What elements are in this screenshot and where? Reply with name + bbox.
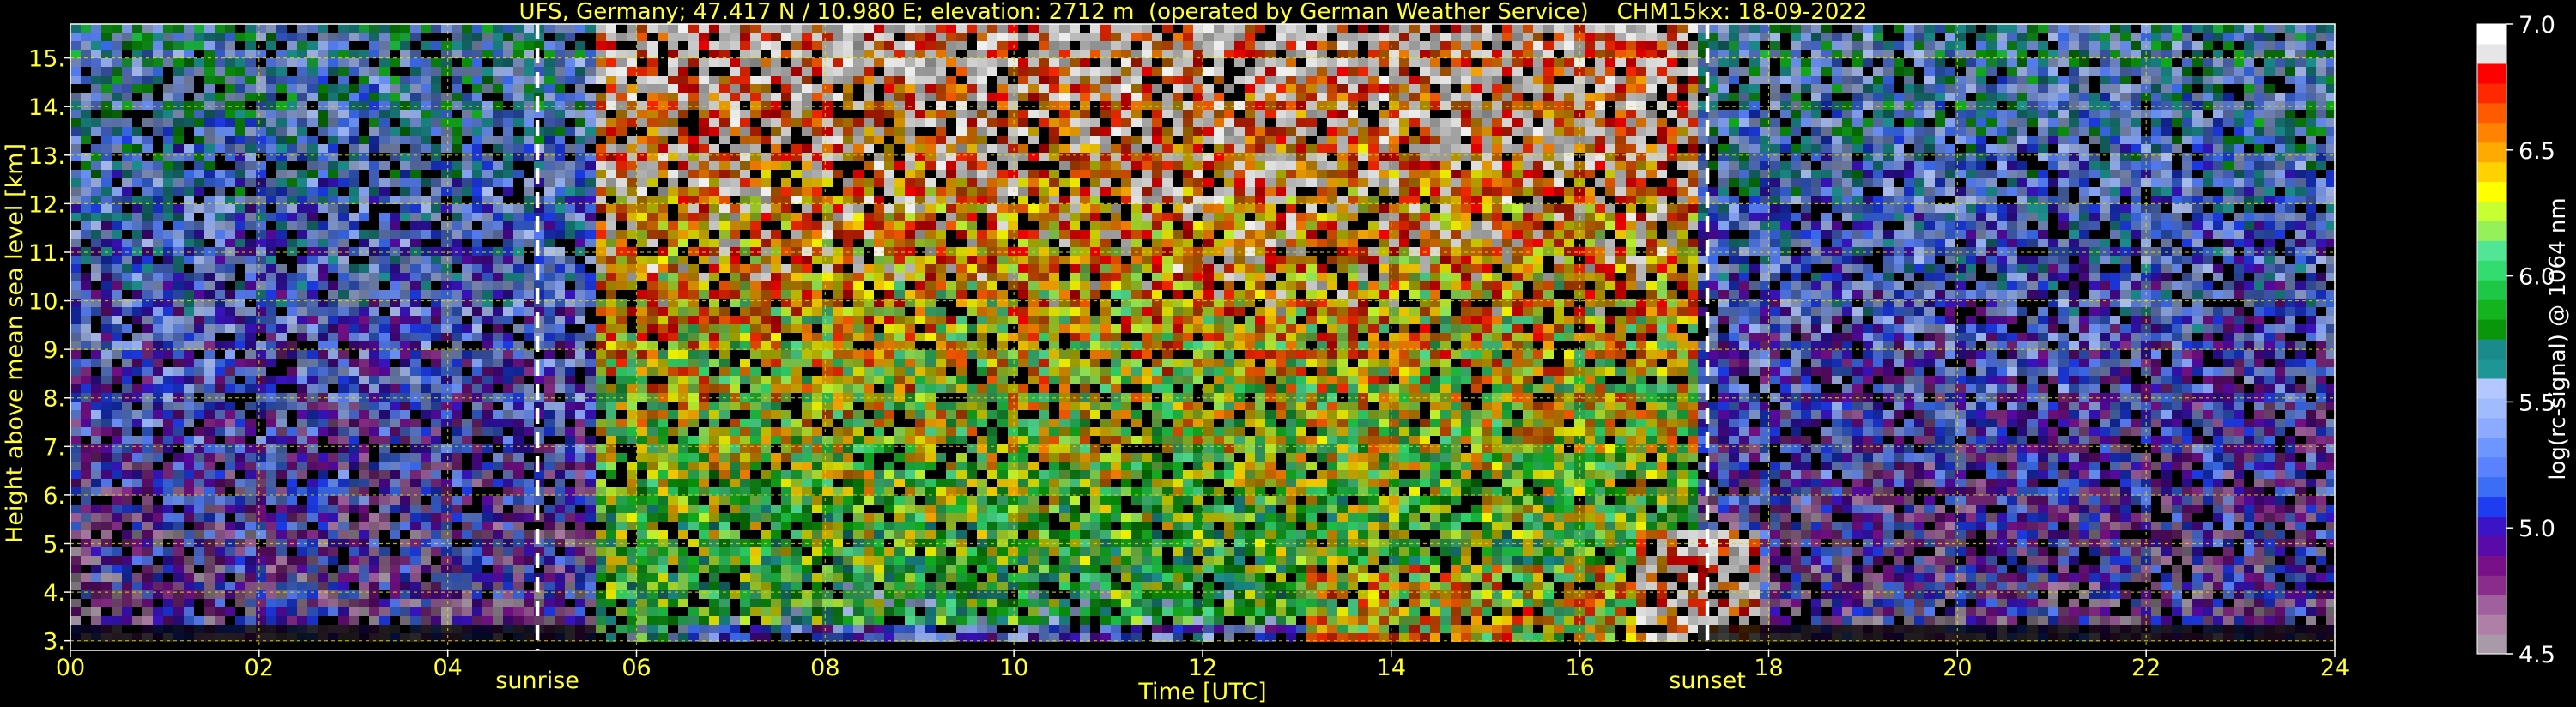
y-tick-label: 13.: [28, 143, 65, 170]
colorbar-segment: [2477, 456, 2506, 478]
colorbar-tick-label: 4.5: [2518, 642, 2555, 668]
y-tick-label: 11.: [28, 240, 65, 267]
x-tick-label: 12: [1188, 655, 1217, 681]
y-tick-label: 9.: [43, 337, 65, 364]
colorbar-tick-label: 6.5: [2518, 138, 2555, 165]
y-tick-label: 5.: [43, 532, 65, 559]
x-tick-label: 14: [1377, 655, 1406, 681]
colorbar-segment: [2477, 181, 2506, 202]
colorbar-segment: [2477, 280, 2506, 300]
colorbar-segment: [2477, 319, 2506, 340]
colorbar-segment: [2477, 299, 2506, 320]
colorbar-segment: [2477, 516, 2506, 536]
colorbar-segment: [2477, 555, 2506, 576]
x-tick-label: 24: [2320, 655, 2349, 681]
x-tick-label: 18: [1754, 655, 1783, 681]
colorbar-segment: [2477, 595, 2506, 615]
x-tick-label: 08: [810, 655, 839, 681]
marker-label-sunrise: sunrise: [495, 668, 579, 694]
y-axis-label: Height above mean sea level [km]: [2, 143, 28, 543]
x-tick-label: 20: [1943, 655, 1972, 681]
ceilometer-chart: sunrise sunset 00 02 04 06 08 10 12 14 16 18 20 22 24…: [0, 0, 2576, 707]
colorbar-segment: [2477, 614, 2506, 635]
colorbar-segment: [2477, 43, 2506, 64]
x-tick-label: 00: [56, 655, 85, 681]
x-tick-label: 16: [1565, 655, 1594, 681]
x-tick-label: 02: [245, 655, 274, 681]
marker-label-sunset: sunset: [1669, 668, 1746, 694]
y-tick-label: 3.: [43, 629, 65, 656]
y-tick-label: 7.: [43, 434, 65, 461]
y-tick-label: 6.: [43, 483, 65, 510]
chart-title: UFS, Germany; 47.417 N / 10.980 E; eleva…: [519, 0, 1868, 25]
colorbar-segment: [2477, 535, 2506, 556]
colorbar-segment: [2477, 142, 2506, 163]
colorbar-tick-label: 5.0: [2518, 516, 2555, 542]
colorbar-segment: [2477, 397, 2506, 419]
colorbar-segment: [2477, 417, 2506, 438]
colorbar-segment: [2477, 240, 2506, 261]
y-tick-label: 14.: [28, 94, 65, 121]
colorbar-segment: [2477, 82, 2506, 104]
y-tick-label: 15.: [28, 46, 65, 73]
colorbar-segment: [2477, 161, 2506, 183]
colorbar-segment: [2477, 63, 2506, 84]
colorbar-segment: [2477, 358, 2506, 379]
colorbar-segment: [2477, 575, 2506, 595]
x-tick-label: 10: [999, 655, 1028, 681]
colorbar-segment: [2477, 122, 2506, 143]
y-tick-label: 8.: [43, 386, 65, 413]
colorbar-segment: [2477, 221, 2506, 241]
colorbar-segment: [2477, 476, 2506, 498]
colorbar-segment: [2477, 260, 2506, 281]
colorbar-segment: [2477, 496, 2506, 517]
y-tick-label: 12.: [28, 191, 65, 218]
y-tick-label: 4.: [43, 580, 65, 607]
colorbar-label: log(rc-signal) @ 1064 nm: [2545, 197, 2571, 480]
colorbar-segment: [2477, 378, 2506, 399]
colorbar-segment: [2477, 437, 2506, 458]
colorbar-segment: [2477, 102, 2506, 124]
y-tick-label: 10.: [28, 289, 65, 316]
colorbar-segment: [2477, 24, 2506, 45]
backscatter-heatmap: [70, 24, 2335, 642]
colorbar-segment: [2477, 634, 2506, 655]
x-tick-label: 04: [433, 655, 462, 681]
colorbar-segment: [2477, 339, 2506, 360]
colorbar-segment: [2477, 201, 2506, 221]
x-axis-label: Time [UTC]: [1137, 679, 1266, 705]
x-tick-label: 22: [2131, 655, 2161, 681]
x-tick-label: 06: [621, 655, 651, 681]
colorbar-tick-label: 7.0: [2518, 12, 2555, 39]
